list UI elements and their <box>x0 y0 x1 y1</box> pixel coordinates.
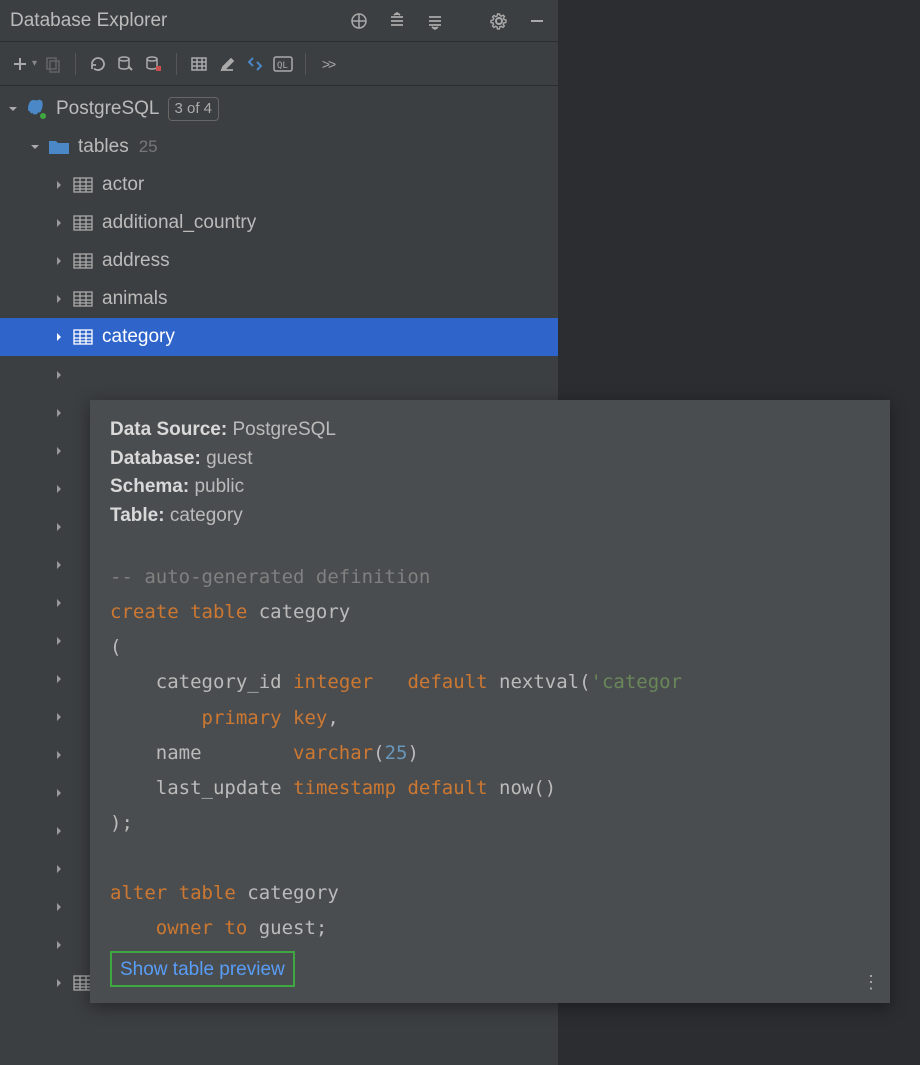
table-label: address <box>102 250 170 272</box>
panel-title: Database Explorer <box>10 10 167 32</box>
refresh-icon[interactable] <box>86 52 110 76</box>
root-badge: 3 of 4 <box>168 97 220 121</box>
table-icon <box>72 213 94 233</box>
panel-header: Database Explorer <box>0 0 558 42</box>
tables-node[interactable]: tables 25 <box>0 128 558 166</box>
minimize-icon[interactable] <box>526 10 548 32</box>
chevron-right-icon <box>52 482 66 496</box>
edit-icon[interactable] <box>215 52 239 76</box>
folder-icon <box>48 137 70 157</box>
chevron-right-icon <box>52 406 66 420</box>
chevron-right-icon <box>52 976 66 990</box>
chevron-right-icon <box>52 330 66 344</box>
meta-schema: Schema: public <box>110 473 870 502</box>
more-vert-icon[interactable]: ⋮ <box>862 972 880 993</box>
table-label: actor <box>102 174 144 196</box>
grid-icon[interactable] <box>187 52 211 76</box>
sql-definition: -- auto-generated definition create tabl… <box>110 560 870 947</box>
table-row[interactable]: address <box>0 242 558 280</box>
toolbar: ▾ QL >> <box>0 42 558 86</box>
tables-count: 25 <box>139 137 158 157</box>
chevron-right-icon <box>52 596 66 610</box>
ql-icon[interactable]: QL <box>271 52 295 76</box>
collapse-all-icon[interactable] <box>348 10 370 32</box>
chevron-right-icon <box>52 444 66 458</box>
gear-icon[interactable] <box>488 10 510 32</box>
chevron-down-icon <box>6 102 20 116</box>
table-icon <box>72 251 94 271</box>
chevron-right-icon <box>52 254 66 268</box>
table-row[interactable]: additional_country <box>0 204 558 242</box>
chevron-right-icon <box>52 938 66 952</box>
root-label: PostgreSQL <box>56 98 160 120</box>
chevron-down-icon <box>28 140 42 154</box>
table-row[interactable]: actor <box>0 166 558 204</box>
svg-text:QL: QL <box>277 61 288 71</box>
table-label: category <box>102 326 175 348</box>
diff-icon[interactable] <box>243 52 267 76</box>
show-table-preview-highlight: Show table preview <box>110 951 295 987</box>
chevron-right-icon <box>52 710 66 724</box>
table-icon <box>72 289 94 309</box>
chevron-right-icon <box>52 216 66 230</box>
stack-up-icon[interactable] <box>386 10 408 32</box>
db-stop-icon[interactable] <box>142 52 166 76</box>
root-node-postgresql[interactable]: PostgreSQL 3 of 4 <box>0 90 558 128</box>
meta-table: Table: category <box>110 502 870 531</box>
show-table-preview-link[interactable]: Show table preview <box>120 959 285 981</box>
table-icon <box>72 175 94 195</box>
chevron-right-icon <box>52 178 66 192</box>
table-row[interactable] <box>0 356 558 394</box>
copy-icon[interactable] <box>41 52 65 76</box>
chevron-right-icon <box>52 520 66 534</box>
db-wrench-icon[interactable] <box>114 52 138 76</box>
stack-down-icon[interactable] <box>424 10 446 32</box>
table-icon <box>72 327 94 347</box>
chevron-right-icon <box>52 900 66 914</box>
add-icon[interactable] <box>8 52 32 76</box>
chevron-right-icon <box>52 292 66 306</box>
chevron-right-icon <box>52 672 66 686</box>
postgresql-icon <box>26 99 48 119</box>
meta-data-source: Data Source: PostgreSQL <box>110 416 870 445</box>
chevron-right-icon <box>52 748 66 762</box>
chevron-right-icon <box>52 368 66 382</box>
table-tooltip: Data Source: PostgreSQL Database: guest … <box>90 400 890 1003</box>
chevron-right-icon <box>52 862 66 876</box>
chevron-right-icon <box>52 786 66 800</box>
table-row[interactable]: category <box>0 318 558 356</box>
table-label: additional_country <box>102 212 256 234</box>
meta-database: Database: guest <box>110 445 870 474</box>
tables-label: tables <box>78 136 129 158</box>
chevron-right-icon <box>52 634 66 648</box>
header-actions <box>348 10 548 32</box>
more-icon[interactable]: >> <box>316 52 340 76</box>
table-label: animals <box>102 288 167 310</box>
table-row[interactable]: animals <box>0 280 558 318</box>
chevron-right-icon <box>52 824 66 838</box>
chevron-right-icon <box>52 558 66 572</box>
